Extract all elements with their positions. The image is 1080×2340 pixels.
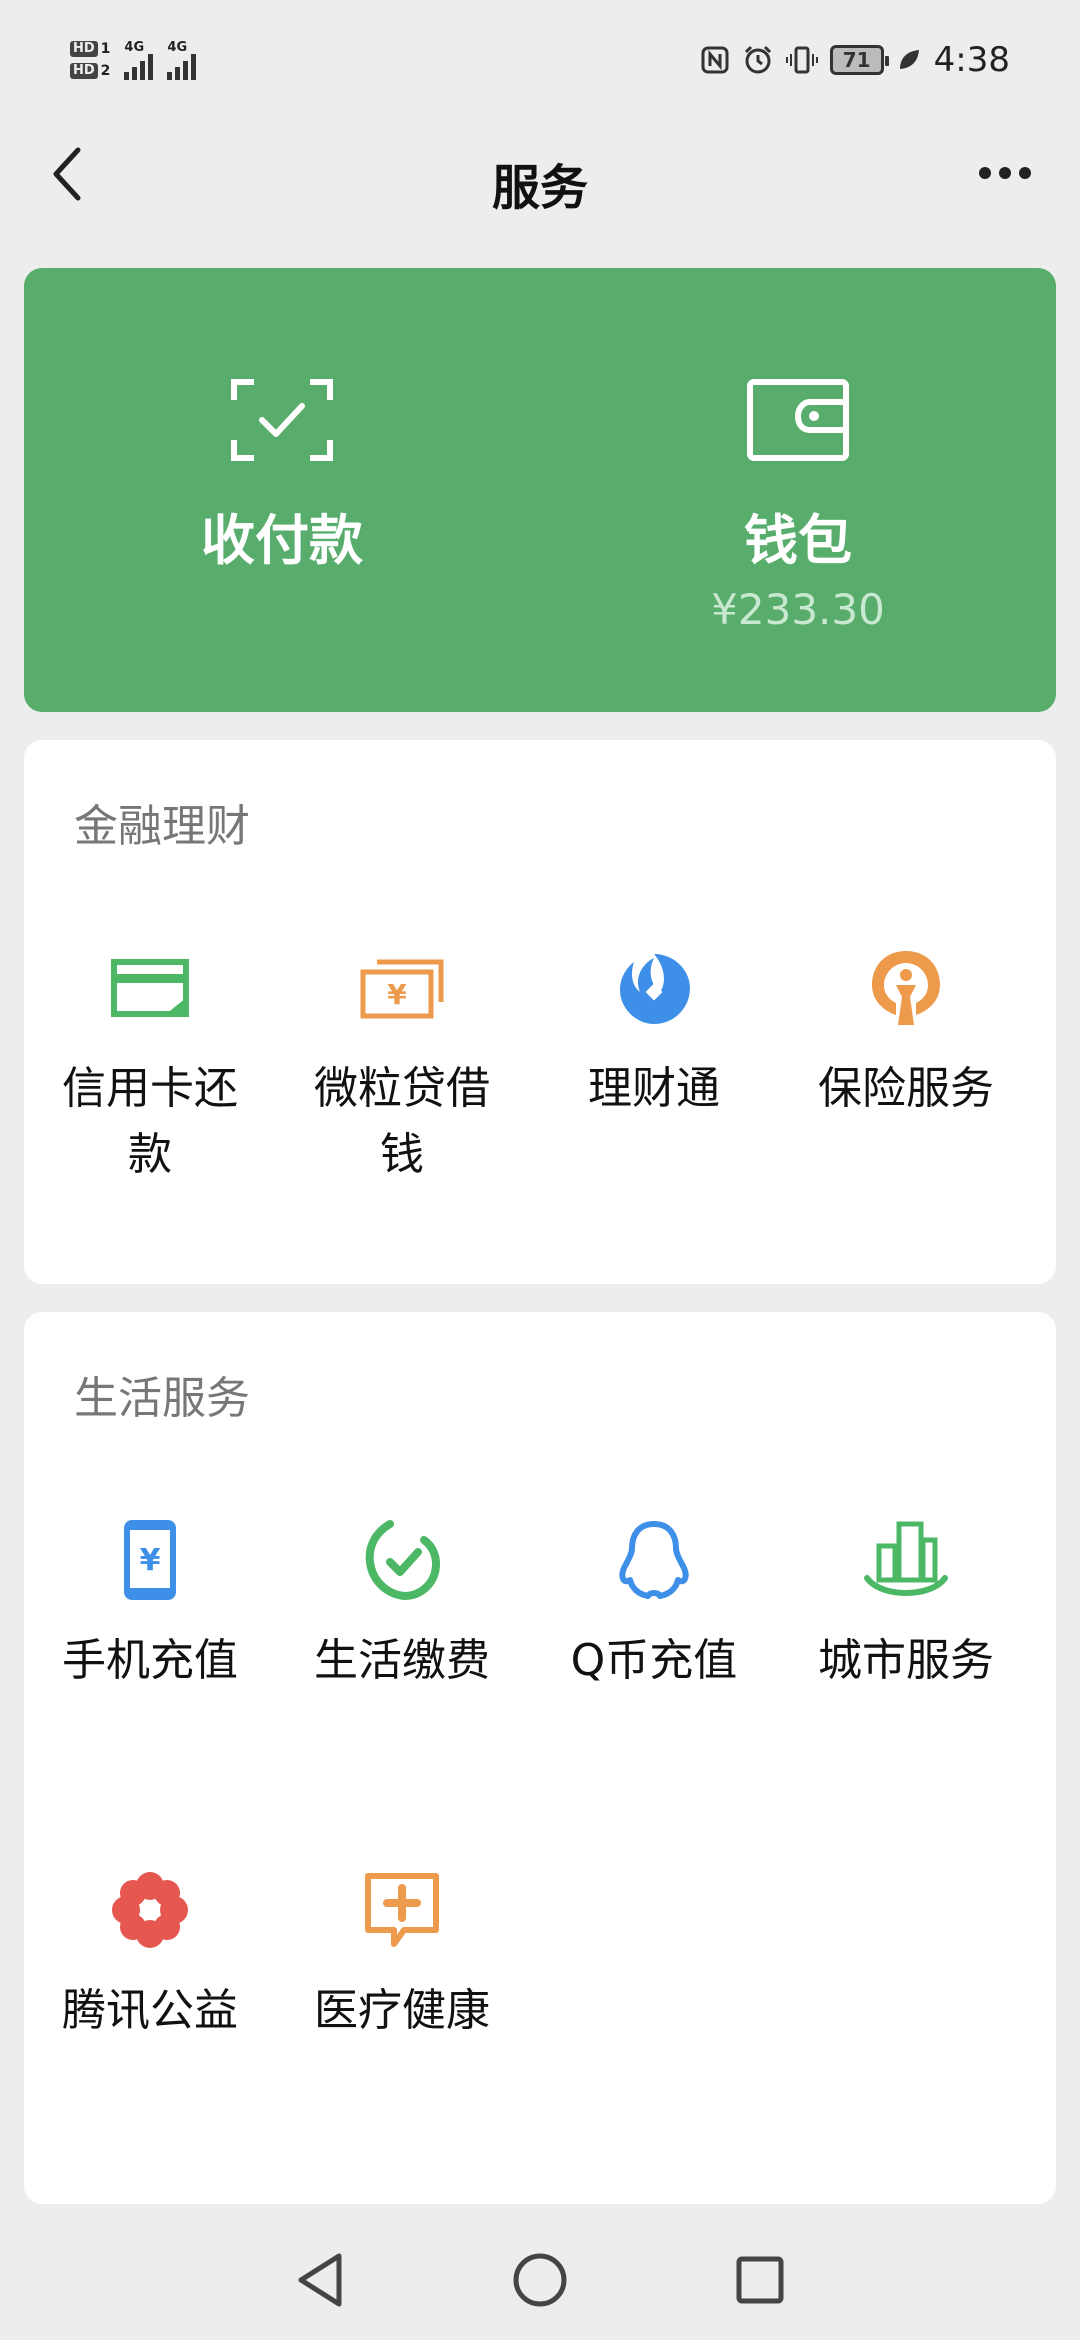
insurance-button[interactable]: 保险服务: [780, 940, 1032, 1122]
svg-text:¥: ¥: [387, 978, 407, 1011]
more-dot: [1019, 167, 1031, 179]
icon-wrap: [606, 1512, 702, 1608]
signal-1: 4G: [124, 39, 154, 80]
system-home-button[interactable]: [510, 2250, 570, 2310]
credit-card-repay-button[interactable]: 信用卡还款: [24, 940, 276, 1188]
credit-card-repay-label: 信用卡还款: [62, 1063, 238, 1180]
bill-check-icon: [365, 1520, 441, 1601]
icon-wrap: ¥: [102, 1512, 198, 1608]
charity-flower-icon: [112, 1872, 188, 1948]
icon-wrap: ¥: [354, 940, 450, 1036]
status-left: HD 1 HD 2 4G 4G: [70, 39, 197, 80]
hd2-badge: HD: [70, 63, 98, 79]
circle-home-icon: [513, 2253, 567, 2307]
insurance-umbrella-icon: [872, 951, 940, 1025]
licaitong-button[interactable]: 理财通: [528, 940, 780, 1122]
wallet-label: 钱包: [744, 509, 852, 572]
hd1-badge: HD: [70, 41, 98, 57]
pay-receive-label: 收付款: [201, 509, 363, 572]
alarm-icon: [744, 45, 771, 74]
phone-topup-icon: ¥: [124, 1520, 176, 1600]
triangle-back-icon: [298, 2253, 342, 2307]
vibrate-icon: [785, 46, 818, 74]
qcoin-topup-button[interactable]: Q币充值: [528, 1512, 780, 1694]
signal-bars-icon: [167, 53, 197, 80]
system-back-button[interactable]: [290, 2250, 350, 2310]
icon-wrap: [858, 1512, 954, 1608]
battery-icon: 71: [829, 45, 889, 75]
credit-card-icon: [111, 959, 189, 1017]
insurance-label: 保险服务: [818, 1063, 994, 1114]
medical-health-label: 医疗健康: [314, 1985, 490, 2036]
city-services-button[interactable]: 城市服务: [780, 1512, 1032, 1694]
page-title: 服务: [491, 160, 588, 216]
utility-bills-button[interactable]: 生活缴费: [276, 1512, 528, 1694]
licaitong-label: 理财通: [588, 1063, 720, 1114]
more-button[interactable]: [970, 148, 1040, 198]
wallet-button[interactable]: 钱包 ¥233.30: [540, 268, 1056, 712]
battery-level: 71: [842, 48, 871, 72]
finance-section-title: 金融理财: [74, 801, 250, 852]
icon-wrap: [102, 1862, 198, 1958]
icon-wrap: [102, 940, 198, 1036]
wallet-balance: ¥233.30: [711, 585, 885, 634]
phone-topup-button[interactable]: ¥ 手机充值: [24, 1512, 276, 1694]
scan-check-icon: [231, 379, 333, 461]
system-recents-button[interactable]: [730, 2250, 790, 2310]
leaf-icon: [899, 50, 919, 69]
nfc-icon: [701, 46, 729, 74]
more-dot: [999, 167, 1011, 179]
weilidai-loan-label: 微粒贷借钱: [314, 1063, 490, 1180]
signal-2: 4G: [167, 39, 197, 80]
icon-wrap: [354, 1862, 450, 1958]
hd-indicators: HD 1 HD 2: [70, 41, 110, 79]
hd-row-1: HD 1: [70, 41, 110, 57]
signal-1-label: 4G: [124, 39, 145, 55]
pay-wallet-card: 收付款 钱包 ¥233.30: [24, 268, 1056, 712]
loan-bills-icon: ¥: [360, 959, 444, 1019]
phone-topup-label: 手机充值: [62, 1635, 238, 1686]
icon-wrap: [858, 940, 954, 1036]
city-buildings-icon: [864, 1521, 948, 1596]
signal-bars-icon: [124, 53, 154, 80]
life-services-section: 生活服务 ¥ 手机充值 生活缴费 Q币充值 城市服务 腾讯公益 医疗健康: [24, 1312, 1056, 2204]
qq-penguin-icon: [619, 1521, 689, 1599]
svg-text:¥: ¥: [140, 1543, 161, 1578]
square-recents-icon: [736, 2256, 784, 2304]
status-right: 71 4:38: [700, 40, 1010, 80]
utility-bills-label: 生活缴费: [314, 1635, 490, 1686]
life-section-title: 生活服务: [74, 1373, 250, 1424]
tencent-charity-label: 腾讯公益: [62, 1985, 238, 2036]
nav-header: 服务: [0, 120, 1080, 225]
signal-2-label: 4G: [167, 39, 188, 55]
medical-cross-icon: [365, 1873, 439, 1947]
hd-row-2: HD 2: [70, 63, 110, 79]
icon-wrap: [354, 1512, 450, 1608]
icon-wrap: [606, 940, 702, 1036]
status-bar: HD 1 HD 2 4G 4G 71 4:38: [0, 0, 1080, 120]
tencent-charity-button[interactable]: 腾讯公益: [24, 1862, 276, 2044]
medical-health-button[interactable]: 医疗健康: [276, 1862, 528, 2044]
wallet-icon: [747, 379, 849, 461]
wealth-fish-icon: [620, 954, 690, 1024]
qcoin-topup-label: Q币充值: [570, 1635, 738, 1686]
weilidai-loan-button[interactable]: ¥ 微粒贷借钱: [276, 940, 528, 1188]
pay-receive-button[interactable]: 收付款: [24, 268, 540, 712]
hd1-num: 1: [100, 41, 111, 57]
finance-section: 金融理财 信用卡还款 ¥ 微粒贷借钱 理财通 保险服务: [24, 740, 1056, 1284]
hd2-num: 2: [100, 63, 111, 79]
system-nav-bar: [0, 2220, 1080, 2340]
city-services-label: 城市服务: [818, 1635, 994, 1686]
status-time: 4:38: [933, 40, 1010, 80]
more-dot: [979, 167, 991, 179]
